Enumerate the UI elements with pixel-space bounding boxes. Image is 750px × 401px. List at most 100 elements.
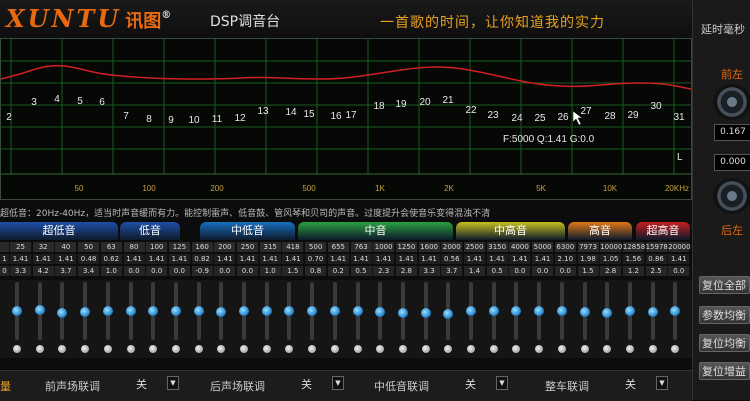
band-select-dot[interactable] [103, 345, 112, 353]
slider-knob[interactable] [239, 306, 249, 316]
category-tab-4[interactable]: 中高音 [456, 222, 565, 240]
band-select-dot[interactable] [240, 345, 248, 353]
table-cell[interactable]: 1.41 [509, 254, 532, 264]
band-marker-29[interactable]: 29 [627, 110, 639, 121]
band-select-dot[interactable] [58, 345, 67, 353]
table-cell[interactable]: 5000 [532, 242, 555, 252]
table-cell[interactable]: 0.0 [168, 266, 191, 276]
table-cell[interactable]: 0.70 [305, 254, 328, 264]
slider-knob[interactable] [261, 306, 272, 316]
band-select-dot[interactable] [512, 345, 521, 353]
band-marker-2[interactable]: 2 [6, 112, 12, 123]
table-cell[interactable]: 100 [146, 242, 169, 252]
front-left-speaker-icon[interactable] [713, 84, 750, 120]
table-cell[interactable]: 0.5 [486, 266, 509, 276]
table-cell[interactable]: 2.10 [554, 254, 577, 264]
table-cell[interactable]: 1.41 [532, 254, 555, 264]
front-field-link-value[interactable]: 关 [136, 376, 147, 392]
band-marker-8[interactable]: 8 [146, 114, 152, 125]
table-cell[interactable]: 0.0 [668, 266, 691, 276]
table-cell[interactable]: 1.05 [600, 254, 623, 264]
parametric-eq-button[interactable]: 参数均衡 [699, 306, 750, 324]
slider-knob[interactable] [329, 306, 340, 316]
table-cell[interactable]: 0.0 [554, 266, 577, 276]
front-left-delay-value[interactable]: 0.167 [714, 124, 750, 141]
band-select-dot[interactable] [330, 345, 339, 353]
table-cell[interactable]: 1.41 [282, 254, 305, 264]
eq-band-slider[interactable] [347, 280, 369, 358]
band-marker-20[interactable]: 20 [419, 97, 431, 108]
band-marker-16[interactable]: 16 [330, 111, 342, 122]
band-select-dot[interactable] [262, 345, 271, 353]
table-cell[interactable]: 1.41 [418, 254, 441, 264]
reset-eq-button[interactable]: 复位均衡 [699, 334, 750, 352]
band-select-dot[interactable] [467, 345, 475, 353]
table-cell[interactable]: 0.0 [214, 266, 237, 276]
table-cell[interactable]: 500 [305, 242, 328, 252]
slider-knob[interactable] [443, 308, 454, 319]
table-cell[interactable]: 655 [327, 242, 350, 252]
band-marker-4[interactable]: 4 [54, 94, 60, 105]
band-marker-5[interactable]: 5 [77, 96, 83, 107]
table-cell[interactable]: 1.41 [32, 254, 55, 264]
table-cell[interactable]: 4.2 [32, 266, 55, 276]
table-cell[interactable]: 1.41 [123, 254, 146, 264]
table-cell[interactable]: 3.4 [78, 266, 101, 276]
band-select-dot[interactable] [671, 345, 680, 353]
table-cell[interactable]: 3.7 [441, 266, 464, 276]
table-cell[interactable]: 1250 [395, 242, 418, 252]
table-cell[interactable]: 125 [168, 242, 191, 252]
category-tab-5[interactable]: 高音 [568, 222, 632, 240]
table-cell[interactable]: 1.41 [237, 254, 259, 264]
table-cell[interactable]: 250 [237, 242, 259, 252]
table-cell[interactable]: 0.48 [78, 254, 101, 264]
table-cell[interactable]: 418 [282, 242, 305, 252]
eq-band-slider[interactable] [324, 280, 346, 358]
band-marker-31[interactable]: 31 [673, 112, 685, 123]
slider-knob[interactable] [80, 307, 91, 318]
table-cell[interactable]: 0.56 [441, 254, 464, 264]
table-cell[interactable]: 40 [55, 242, 78, 252]
slider-knob[interactable] [488, 306, 499, 316]
slider-knob[interactable] [556, 306, 567, 316]
table-cell[interactable]: 315 [259, 242, 282, 252]
table-cell[interactable]: 1.41 [10, 254, 32, 264]
band-select-dot[interactable] [580, 345, 589, 353]
category-tab-6[interactable]: 超高音 [636, 222, 690, 240]
eq-band-slider[interactable] [97, 280, 119, 358]
table-cell[interactable]: 2.3 [373, 266, 396, 276]
band-select-dot[interactable] [35, 345, 44, 353]
band-select-dot[interactable] [489, 345, 498, 353]
band-select-dot[interactable] [81, 345, 90, 353]
reset-all-button[interactable]: 复位全部 [699, 276, 750, 294]
table-cell[interactable]: 1.41 [464, 254, 486, 264]
slider-knob[interactable] [420, 308, 431, 319]
slider-knob[interactable] [57, 308, 68, 319]
table-cell[interactable]: 1.41 [395, 254, 418, 264]
table-cell[interactable]: 1.0 [259, 266, 282, 276]
eq-band-slider[interactable] [6, 280, 28, 358]
band-marker-28[interactable]: 28 [604, 111, 616, 122]
eq-band-slider[interactable] [120, 280, 142, 358]
table-cell[interactable]: 6300 [554, 242, 577, 252]
table-cell[interactable]: 1.41 [486, 254, 509, 264]
eq-band-slider[interactable] [551, 280, 573, 358]
table-cell[interactable]: 3.3 [418, 266, 441, 276]
table-cell[interactable]: 2500 [464, 242, 486, 252]
eq-band-slider[interactable] [29, 280, 51, 358]
band-select-dot[interactable] [285, 345, 294, 353]
table-cell[interactable]: 0.62 [100, 254, 123, 264]
table-cell[interactable]: 2.8 [395, 266, 418, 276]
front-field-link-dropdown-icon[interactable]: ▼ [167, 376, 179, 390]
band-select-dot[interactable] [353, 345, 362, 353]
table-cell[interactable]: 1.4 [464, 266, 486, 276]
eq-band-slider[interactable] [528, 280, 550, 358]
eq-curve-plot[interactable]: 23 4 5 67 8 9 10 11 1213 14 15 16 1718 19 20 2122 23 24 25… [1, 39, 691, 199]
slider-knob[interactable] [624, 306, 635, 316]
band-select-dot[interactable] [603, 345, 612, 353]
slider-knob[interactable] [534, 306, 545, 316]
table-cell[interactable]: 2.5 [645, 266, 668, 276]
eq-band-slider[interactable] [483, 280, 505, 358]
table-cell[interactable]: 0.82 [191, 254, 214, 264]
table-cell[interactable]: 50 [78, 242, 101, 252]
